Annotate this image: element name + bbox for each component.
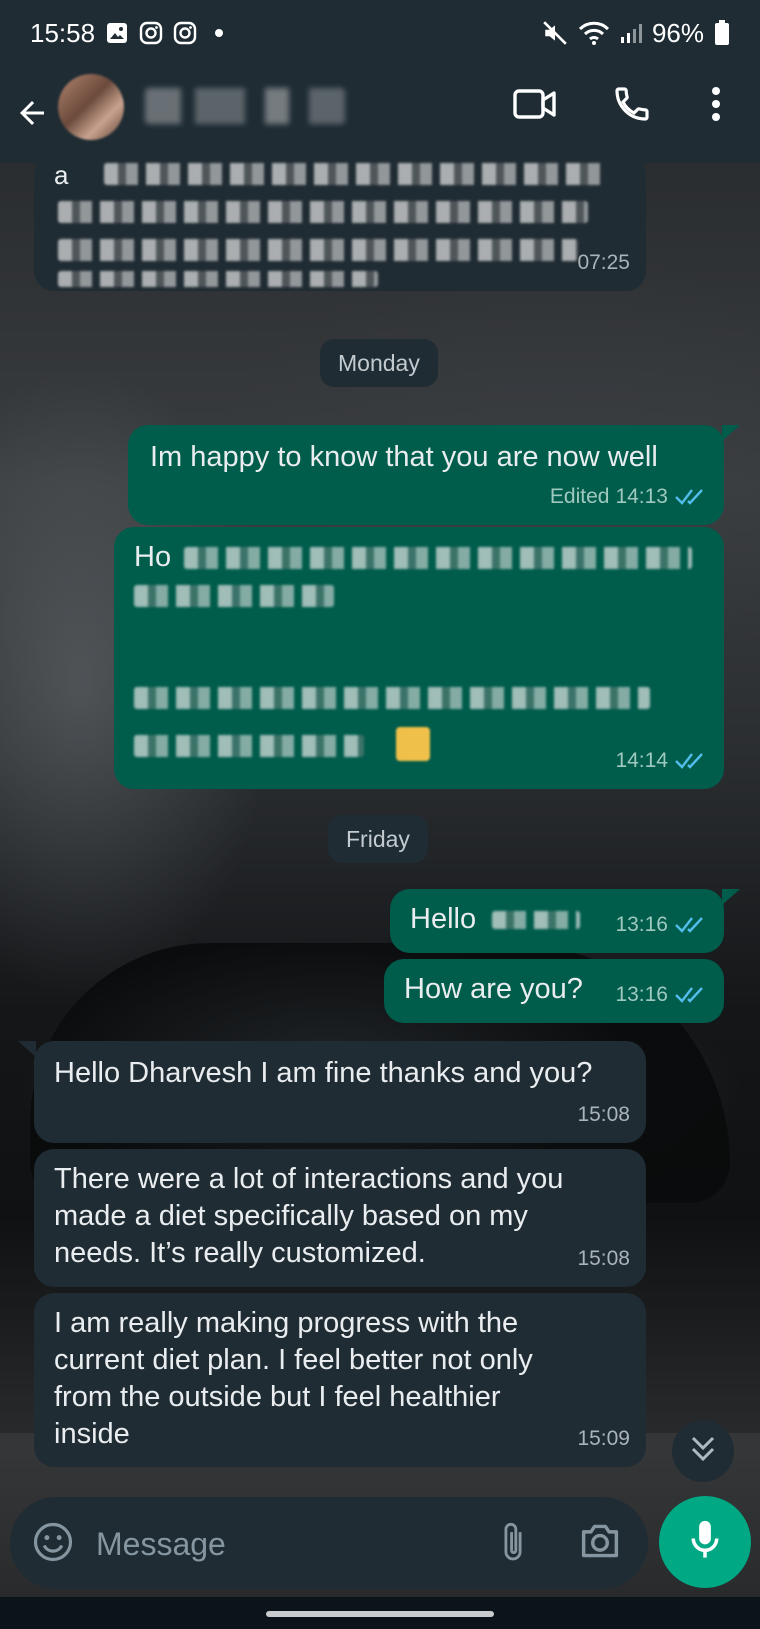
gallery-icon — [105, 21, 129, 45]
read-ticks-icon — [674, 751, 708, 771]
incoming-message[interactable]: Hello Dharvesh I am fine thanks and you?… — [34, 1041, 646, 1143]
battery-percent: 96% — [651, 17, 704, 48]
scroll-to-bottom-button[interactable] — [672, 1420, 734, 1482]
message-text: Im happy to know that you are now well — [150, 441, 658, 473]
message-text-fragment: Ho — [134, 541, 172, 573]
camera-icon — [578, 1524, 622, 1565]
incoming-message[interactable]: There were a lot of interactions and you… — [34, 1149, 646, 1287]
video-call-icon — [512, 86, 558, 127]
message-time: 07:25 — [577, 251, 630, 274]
instagram-icon — [173, 21, 197, 45]
edited-label: Edited — [549, 485, 610, 508]
emoji-icon — [396, 727, 430, 761]
bubble-tail — [722, 889, 740, 905]
back-arrow-icon — [14, 95, 50, 136]
redacted-text — [58, 239, 578, 261]
message-text: There were a lot of interactions and you… — [54, 1163, 564, 1269]
battery-icon — [714, 20, 730, 46]
redacted-text — [134, 735, 364, 757]
read-ticks-icon — [674, 915, 708, 935]
redacted-text — [492, 911, 580, 929]
back-button[interactable] — [14, 90, 54, 140]
read-ticks-icon — [674, 487, 708, 507]
incoming-message[interactable]: I am really making progress with the cur… — [34, 1293, 646, 1467]
voice-call-button[interactable] — [612, 84, 652, 128]
read-ticks-icon — [674, 985, 708, 1005]
emoji-button[interactable] — [32, 1521, 74, 1568]
status-bar: 15:58 96% — [0, 0, 760, 66]
contact-avatar[interactable] — [58, 74, 124, 140]
redacted-text — [58, 201, 588, 223]
message-text: I am really making progress with the cur… — [54, 1307, 533, 1450]
message-time: 13:16 — [615, 906, 708, 943]
message-text: Hello — [410, 903, 477, 935]
redacted-text — [134, 687, 650, 709]
outgoing-message[interactable]: How are you? 13:16 — [384, 959, 724, 1023]
redacted-text — [58, 271, 378, 287]
home-gesture-handle[interactable] — [266, 1611, 494, 1617]
message-time: 13:16 — [615, 976, 708, 1013]
message-time: 14:14 — [615, 742, 708, 779]
voice-call-icon — [612, 84, 652, 129]
status-right: 96% — [542, 18, 730, 49]
signal-icon — [620, 21, 642, 45]
video-call-button[interactable] — [512, 84, 558, 128]
message-composer — [10, 1497, 648, 1589]
message-text: Hello Dharvesh I am fine thanks and you? — [54, 1057, 593, 1089]
redacted-text — [104, 163, 604, 185]
message-time: 15:08 — [577, 1103, 630, 1126]
voice-message-button[interactable] — [659, 1496, 751, 1588]
bubble-tail — [18, 1041, 36, 1057]
status-left: 15:58 — [30, 17, 224, 49]
incoming-message[interactable]: a 07:25 — [34, 153, 646, 291]
message-time: 15:08 — [577, 1247, 630, 1270]
more-options-icon — [710, 85, 722, 128]
message-input[interactable] — [94, 1517, 498, 1571]
message-time: Edited 14:13 — [550, 478, 708, 515]
outgoing-message[interactable]: Im happy to know that you are now well E… — [128, 425, 724, 525]
contact-name[interactable] — [145, 88, 345, 124]
double-chevron-down-icon — [689, 1434, 717, 1469]
redacted-text — [184, 547, 692, 569]
bubble-tail — [722, 425, 740, 441]
camera-button[interactable] — [578, 1521, 622, 1566]
status-time: 15:58 — [30, 17, 96, 48]
message-text: How are you? — [404, 973, 583, 1005]
paperclip-icon — [496, 1522, 530, 1569]
chat-messages[interactable]: a 07:25 Monday Im happy to know that you… — [0, 153, 760, 1493]
redacted-text — [134, 585, 334, 607]
outgoing-message[interactable]: Hello 13:16 — [390, 889, 724, 953]
instagram-icon — [139, 21, 163, 45]
chat-header — [0, 66, 760, 163]
outgoing-message[interactable]: Ho 14:14 — [114, 527, 724, 789]
more-options-button[interactable] — [700, 84, 732, 128]
system-nav-bar — [0, 1597, 760, 1629]
emoji-icon — [32, 1522, 74, 1567]
date-separator: Monday — [320, 339, 438, 387]
mute-icon — [542, 20, 568, 46]
wifi-icon — [578, 20, 610, 46]
attach-button[interactable] — [496, 1519, 530, 1570]
microphone-icon — [687, 1518, 723, 1567]
message-text-fragment: a — [54, 160, 69, 190]
date-separator: Friday — [328, 815, 428, 863]
message-time: 15:09 — [577, 1427, 630, 1450]
notification-dot-icon — [215, 29, 224, 37]
